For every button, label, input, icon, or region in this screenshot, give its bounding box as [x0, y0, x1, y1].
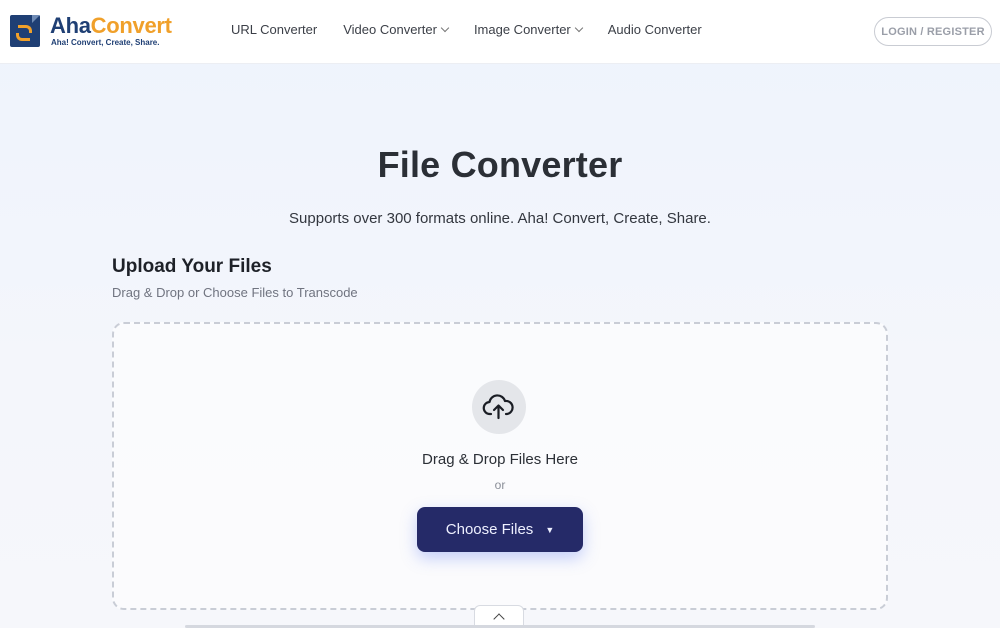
chevron-up-icon: [493, 613, 505, 625]
cloud-upload-svg: [482, 394, 514, 420]
logo-name-convert: Convert: [90, 13, 172, 38]
login-register-button[interactable]: LOGIN / REGISTER: [874, 17, 992, 46]
site-header: AhaConvert Aha! Convert, Create, Share. …: [0, 0, 1000, 64]
cloud-upload-icon: [472, 380, 526, 434]
page-title: File Converter: [377, 144, 623, 185]
main-nav: URL Converter Video Converter Image Conv…: [231, 22, 728, 37]
chevron-down-icon: [574, 23, 584, 32]
logo[interactable]: AhaConvert Aha! Convert, Create, Share.: [8, 13, 172, 49]
nav-url-converter[interactable]: URL Converter: [231, 22, 317, 37]
logo-icon: [8, 13, 46, 49]
nav-image-converter-label: Image Converter: [473, 22, 571, 37]
logo-name: AhaConvert: [50, 15, 172, 37]
or-separator: or: [494, 478, 506, 492]
drop-instructions: Drag & Drop Files Here: [422, 451, 578, 468]
nav-video-converter-label: Video Converter: [343, 22, 437, 37]
nav-image-converter[interactable]: Image Converter: [473, 22, 584, 37]
nav-video-converter[interactable]: Video Converter: [343, 22, 450, 37]
choose-files-label: Choose Files: [445, 521, 534, 538]
logo-name-aha: Aha: [50, 13, 91, 38]
dropdown-arrow-icon: ▼: [545, 525, 555, 535]
nav-audio-converter[interactable]: Audio Converter: [608, 22, 702, 37]
choose-files-button[interactable]: Choose Files ▼: [417, 507, 583, 552]
page-subtitle: Supports over 300 formats online. Aha! C…: [289, 210, 711, 227]
upload-section-title: Upload Your Files: [112, 256, 272, 277]
upload-section-subtitle: Drag & Drop or Choose Files to Transcode: [112, 285, 358, 300]
chevron-down-icon: [440, 23, 450, 32]
logo-tagline: Aha! Convert, Create, Share.: [51, 38, 160, 47]
nav-audio-converter-label: Audio Converter: [607, 22, 702, 37]
page: AhaConvert Aha! Convert, Create, Share. …: [0, 0, 1000, 628]
nav-url-converter-label: URL Converter: [231, 22, 318, 37]
